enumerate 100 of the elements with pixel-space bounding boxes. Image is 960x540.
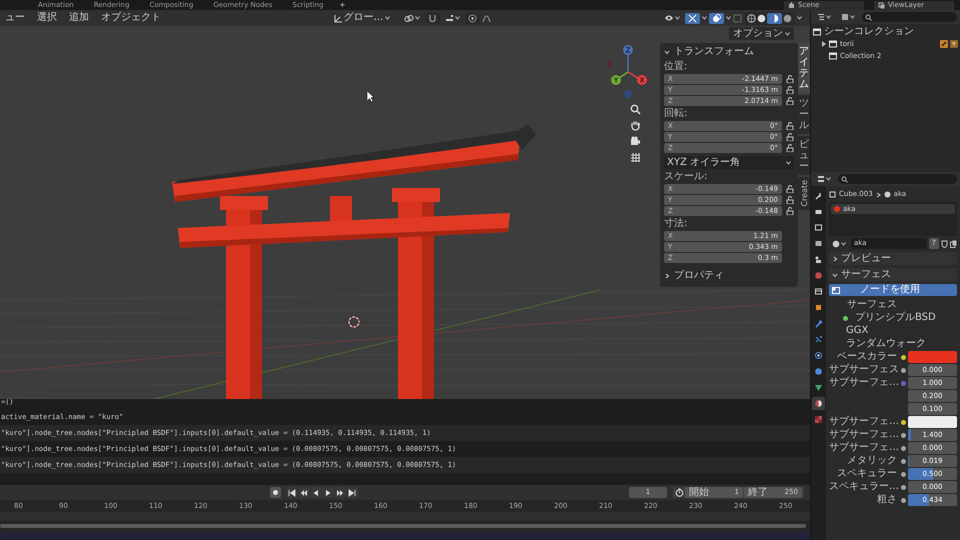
socket-label: メタリック <box>846 455 898 467</box>
menu-item[interactable]: 追加 <box>64 11 94 25</box>
sidebar-tab[interactable]: ツール <box>798 95 810 134</box>
sidebar-tab[interactable]: アイテム <box>798 43 810 93</box>
caret-icon <box>702 16 707 20</box>
socket-dot <box>901 458 906 464</box>
collection-icon <box>813 28 821 36</box>
jump-end-icon <box>348 488 356 496</box>
list-icon <box>817 13 825 21</box>
sidebar-tab[interactable]: ビュー <box>798 136 810 175</box>
record-button[interactable] <box>270 487 280 498</box>
lock-icon[interactable] <box>786 86 794 94</box>
color-swatch[interactable] <box>908 416 957 428</box>
lock-icon[interactable] <box>786 207 794 215</box>
search-icon <box>841 176 848 182</box>
axes-icon <box>334 14 342 22</box>
playback-button[interactable] <box>322 487 334 498</box>
caret-icon <box>785 32 790 36</box>
chevron-down-icon <box>832 272 838 278</box>
options-dropdown[interactable]: オプション <box>729 27 794 40</box>
playback-button[interactable] <box>310 487 322 498</box>
orientation-dropdown[interactable]: グロー… <box>330 11 392 25</box>
chevron-down-icon <box>664 49 670 55</box>
socket-label: スペキュラー <box>836 468 898 480</box>
funnel-icon <box>950 40 958 48</box>
magnet-icon <box>428 14 436 22</box>
material-sphere-icon <box>884 191 891 198</box>
previous-keyframe-icon <box>300 488 308 496</box>
circle-dot-icon <box>468 14 476 22</box>
menu-item[interactable]: ュー <box>0 11 30 25</box>
disclosure-triangle-icon[interactable] <box>821 41 827 47</box>
search-field[interactable] <box>862 12 957 22</box>
eye-icon <box>664 14 674 22</box>
caret-icon <box>384 16 390 20</box>
lock-icon[interactable] <box>786 185 794 193</box>
gizmo-toggle[interactable] <box>685 12 700 24</box>
panel-header[interactable]: プロパティ <box>664 269 794 283</box>
playback-button[interactable] <box>298 487 310 498</box>
caret-icon <box>414 16 420 20</box>
record-icon <box>272 489 278 496</box>
lock-icon[interactable] <box>786 75 794 83</box>
zoom-icon[interactable] <box>630 104 641 115</box>
properties-tab[interactable] <box>812 349 825 362</box>
scrollbar[interactable] <box>0 524 806 528</box>
playback-button[interactable] <box>346 487 358 498</box>
caret-icon <box>797 16 802 20</box>
socket-dot <box>901 368 906 372</box>
snap-toggle[interactable] <box>424 12 440 24</box>
orbit-icon <box>814 351 823 360</box>
socket-dot <box>901 484 906 490</box>
panel-header[interactable]: サーフェス <box>829 268 957 281</box>
outliner-item[interactable]: シーンコレクション <box>813 26 958 38</box>
chevron-right-icon <box>832 256 838 262</box>
lock-icon[interactable] <box>786 122 794 130</box>
3d-cursor-icon[interactable] <box>348 316 360 328</box>
lock-icon[interactable] <box>786 196 794 204</box>
menu-item[interactable]: 選択 <box>32 11 62 25</box>
mouse-pointer-icon <box>366 90 374 102</box>
socket-dot <box>901 498 906 502</box>
rotation-mode-dropdown[interactable]: XYZ オイラー角 <box>664 156 794 169</box>
shield-icon[interactable] <box>941 240 948 248</box>
material-icon <box>814 399 823 408</box>
socket-label: サブサーフェ… <box>829 442 899 454</box>
copy-icon[interactable] <box>950 240 957 248</box>
checker-icon <box>814 415 823 424</box>
square-icon <box>814 303 823 312</box>
field-label: 位置: <box>664 61 688 73</box>
socket-label: サブサーフェ… <box>829 429 899 441</box>
socket-label: サブサーフェス <box>829 364 899 376</box>
proportional-edit-toggle[interactable] <box>464 12 480 24</box>
socket-dot <box>843 316 848 320</box>
socket-label: サブサーフェ… <box>829 377 899 389</box>
node-icon <box>832 286 840 294</box>
playback-button[interactable] <box>286 487 298 498</box>
playback-button[interactable] <box>334 487 346 498</box>
play-icon <box>324 488 332 496</box>
grid-icon[interactable] <box>630 152 641 163</box>
overlay-toggle[interactable] <box>709 12 724 24</box>
menu-item[interactable]: オブジェクト <box>96 11 166 25</box>
color-swatch[interactable] <box>908 351 957 363</box>
properties-tab[interactable] <box>812 397 825 410</box>
panel-header[interactable]: プレビュー <box>829 252 957 265</box>
camera-icon[interactable] <box>630 136 641 147</box>
hand-icon[interactable] <box>630 120 641 131</box>
solid-sphere-icon <box>757 14 766 22</box>
gizmo-icon <box>688 14 697 22</box>
lock-icon[interactable] <box>786 144 794 152</box>
sidebar-tab[interactable]: Create <box>798 177 810 210</box>
lock-icon[interactable] <box>786 133 794 141</box>
use-nodes-button[interactable]: ノードを使用 <box>829 284 957 296</box>
search-field[interactable] <box>838 174 957 184</box>
mesh-object-icon <box>829 191 836 198</box>
panel-header[interactable]: トランスフォーム <box>664 45 794 59</box>
jump-start-icon <box>288 488 296 496</box>
caret-icon <box>826 177 831 181</box>
field-label: 寸法: <box>664 218 688 230</box>
lock-icon[interactable] <box>786 97 794 105</box>
rendered-sphere-icon <box>783 14 792 22</box>
stopwatch-icon[interactable] <box>675 488 684 497</box>
shading-selector[interactable] <box>744 12 795 24</box>
